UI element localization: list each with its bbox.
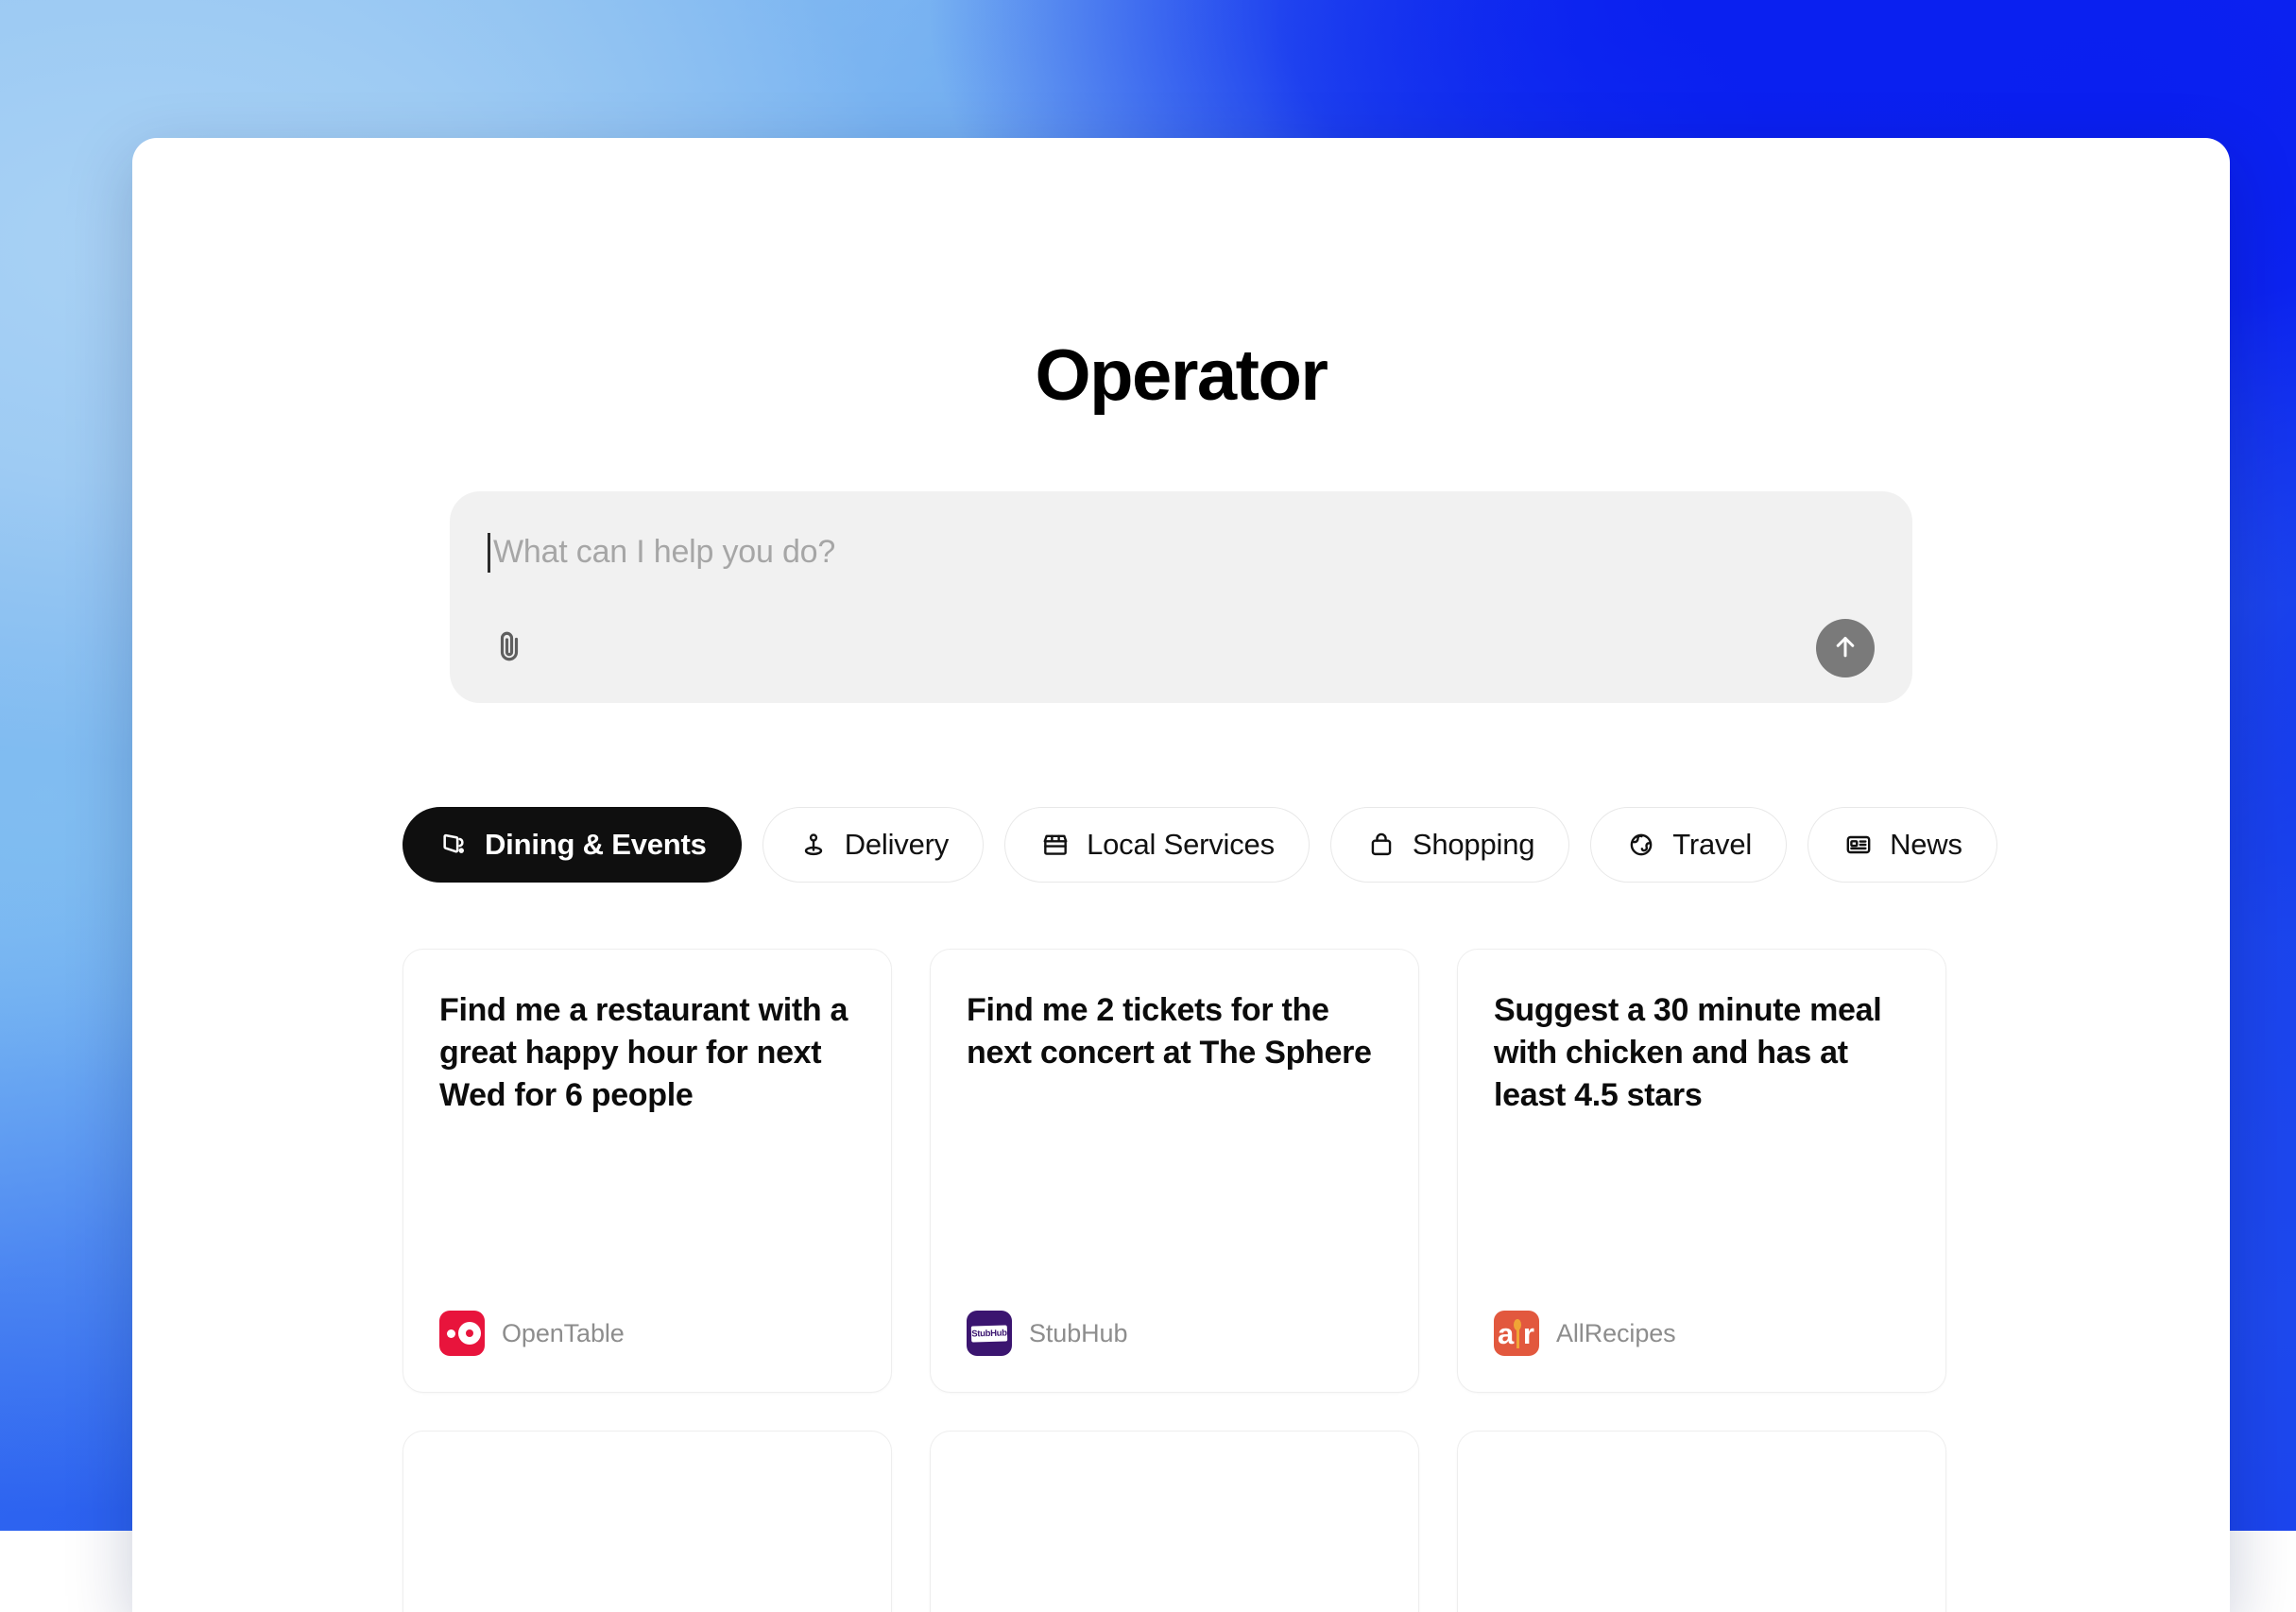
category-pill-row: Dining & Events Delivery [132, 807, 2230, 883]
paperclip-icon [490, 627, 528, 670]
suggestion-source-name: OpenTable [502, 1319, 625, 1348]
globe-icon [1625, 829, 1657, 861]
suggestion-card[interactable] [403, 1431, 892, 1612]
suggestion-card[interactable]: Find me 2 tickets for the next concert a… [930, 949, 1419, 1393]
send-button[interactable] [1816, 619, 1875, 677]
suggestion-text: Suggest a 30 minute meal with chicken an… [1494, 989, 1910, 1117]
category-pill-dining-events[interactable]: Dining & Events [403, 807, 742, 883]
suggestion-card-grid: Find me a restaurant with a great happy … [132, 949, 2230, 1612]
suggestion-text: Find me a restaurant with a great happy … [439, 989, 855, 1117]
suggestion-card[interactable]: Find me a restaurant with a great happy … [403, 949, 892, 1393]
suggestion-card[interactable]: Suggest a 30 minute meal with chicken an… [1457, 949, 1946, 1393]
category-pill-label: Delivery [845, 828, 949, 862]
suggestion-card[interactable] [930, 1431, 1419, 1612]
spoon-icon [1514, 1319, 1521, 1348]
opentable-ring [458, 1322, 481, 1345]
arrow-up-icon [1829, 630, 1861, 667]
allrecipes-letter-r: r [1523, 1319, 1534, 1348]
composer-section: What can I help you do? [132, 491, 2230, 703]
opentable-dot [447, 1329, 455, 1338]
location-pin-person-icon [797, 829, 830, 861]
prompt-input-placeholder: What can I help you do? [493, 531, 835, 573]
allrecipes-logo: a r [1494, 1311, 1539, 1356]
suggestion-card[interactable] [1457, 1431, 1946, 1612]
category-pill-label: News [1890, 828, 1962, 862]
napkin-ticket-icon [437, 829, 470, 861]
opentable-logo [439, 1311, 485, 1356]
shopping-bag-icon [1365, 829, 1397, 861]
composer-footer [488, 616, 1875, 680]
newspaper-icon [1842, 829, 1875, 861]
suggestion-source: a r AllRecipes [1494, 1311, 1910, 1356]
attach-button[interactable] [488, 626, 531, 670]
category-pill-label: Local Services [1087, 828, 1275, 862]
category-pill-shopping[interactable]: Shopping [1330, 807, 1569, 883]
suggestion-text: Find me 2 tickets for the next concert a… [967, 989, 1382, 1074]
page-title: Operator [132, 340, 2230, 412]
prompt-composer[interactable]: What can I help you do? [450, 491, 1912, 703]
category-pill-news[interactable]: News [1808, 807, 1997, 883]
prompt-input-row[interactable]: What can I help you do? [488, 531, 1875, 584]
category-pill-delivery[interactable]: Delivery [762, 807, 984, 883]
category-pill-label: Travel [1672, 828, 1752, 862]
app-content: Operator What can I help you do? [132, 138, 2230, 1612]
category-pill-label: Dining & Events [485, 828, 707, 862]
stubhub-banner: StubHub [971, 1325, 1007, 1342]
suggestion-source-name: StubHub [1029, 1319, 1127, 1348]
app-window: Operator What can I help you do? [132, 138, 2230, 1612]
suggestion-source-name: AllRecipes [1556, 1319, 1676, 1348]
stubhub-logo: StubHub [967, 1311, 1012, 1356]
category-pill-travel[interactable]: Travel [1590, 807, 1787, 883]
category-pill-label: Shopping [1413, 828, 1534, 862]
stubhub-wordmark: StubHub [971, 1328, 1007, 1339]
suggestion-source: OpenTable [439, 1311, 855, 1356]
storefront-icon [1039, 829, 1071, 861]
suggestion-source: StubHub StubHub [967, 1311, 1382, 1356]
text-caret [488, 533, 490, 573]
category-pill-local-services[interactable]: Local Services [1004, 807, 1310, 883]
allrecipes-letter-a: a [1498, 1319, 1514, 1348]
